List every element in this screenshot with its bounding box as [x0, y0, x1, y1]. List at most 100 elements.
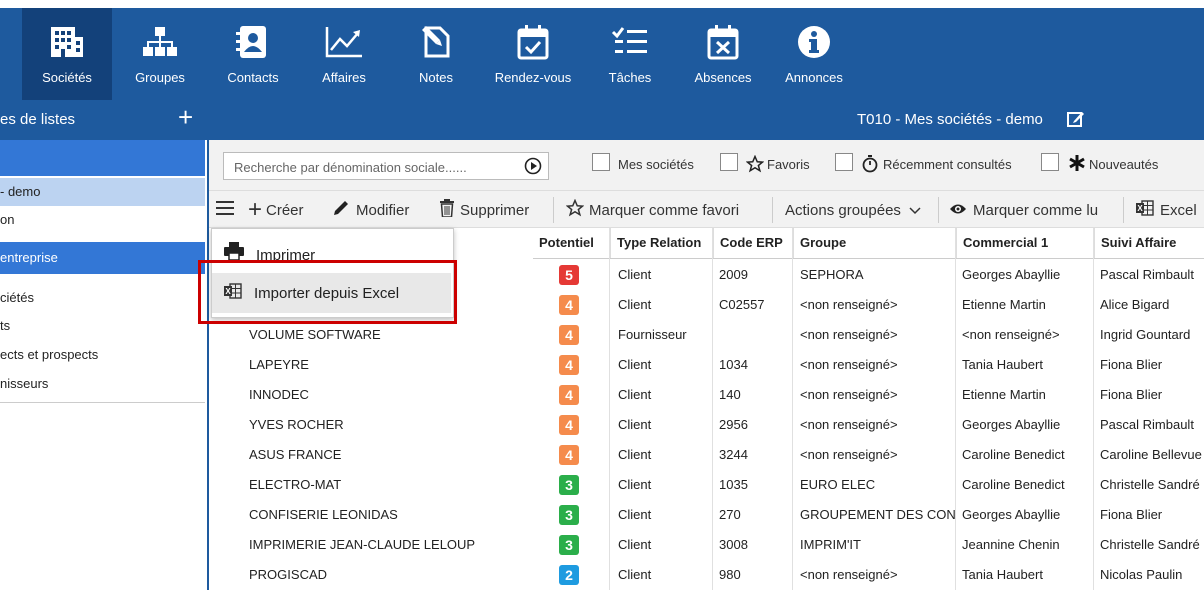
nouveautes-checkbox[interactable]	[1041, 153, 1059, 171]
table-row[interactable]: CONFISERIE LEONIDAS Client 270 GROUPEMENT D…	[209, 500, 1204, 530]
table-row[interactable]: ELECTRO-MAT Client 1035 EURO ELEC Caroline B…	[209, 470, 1204, 500]
delete-label: Supprimer	[460, 201, 530, 219]
cell-groupe: <non renseigné>	[800, 357, 898, 372]
cell-groupe: <non renseigné>	[800, 297, 898, 312]
sidebar-item[interactable]: on	[0, 208, 205, 232]
sidebar-item-demo[interactable]: - demo	[0, 178, 205, 206]
nav-label: Rendez-vous	[494, 70, 572, 85]
cell-groupe: EURO ELEC	[800, 477, 876, 492]
recemment-checkbox[interactable]	[835, 153, 853, 171]
nav-label: Affaires	[322, 70, 366, 85]
sidebar-item[interactable]: nisseurs	[0, 372, 205, 396]
toolbar-separator	[553, 197, 554, 223]
sidebar-item[interactable]: ciétés	[0, 286, 205, 310]
nav-annonces[interactable]: Annonces	[779, 8, 849, 100]
list-header: T010 - Mes sociétés - demo	[209, 100, 1204, 140]
cell-erp: 3008	[719, 537, 748, 552]
table-row[interactable]: PROGISCAD Client 980 <non renseigné> Tania H…	[209, 560, 1204, 590]
cell-name: ELECTRO-MAT	[249, 477, 342, 492]
cell-suivi: Christelle Sandré	[1100, 477, 1200, 492]
table-row[interactable]: INNODEC Client 140 <non renseigné> Etienne M…	[209, 380, 1204, 410]
potentiel-badge: 2	[559, 565, 579, 585]
potentiel-badge: 3	[559, 535, 579, 555]
nav-label: Groupes	[135, 70, 185, 85]
favorite-button[interactable]: Marquer comme favori	[565, 191, 739, 229]
eye-icon	[949, 202, 967, 219]
nav-societes[interactable]: Sociétés	[22, 8, 112, 100]
col-groupe[interactable]: Groupe	[793, 228, 956, 258]
modify-button[interactable]: Modifier	[332, 191, 409, 229]
cell-groupe: <non renseigné>	[800, 567, 898, 582]
col-potentiel[interactable]: Potentiel	[533, 228, 610, 258]
excel-button[interactable]: X Excel	[1136, 191, 1197, 229]
edit-title-icon[interactable]	[1067, 110, 1085, 131]
create-button[interactable]: + Créer	[248, 191, 304, 229]
cell-commercial: <non renseigné>	[962, 327, 1060, 342]
mark-read-button[interactable]: Marquer comme lu	[949, 191, 1098, 229]
nav-contacts[interactable]: Contacts	[218, 8, 288, 100]
search-input[interactable]	[232, 154, 516, 180]
table-row[interactable]: IMPRIMERIE JEAN-CLAUDE LELOUP Client 3008 I…	[209, 530, 1204, 560]
col-suivi-affaire[interactable]: Suivi Affaire	[1094, 228, 1204, 258]
nav-notes[interactable]: Notes	[401, 8, 471, 100]
info-icon	[796, 22, 832, 62]
cell-groupe: <non renseigné>	[800, 447, 898, 462]
toolbar-separator	[938, 197, 939, 223]
table-row[interactable]: ASUS FRANCE Client 3244 <non renseigné> Caro…	[209, 440, 1204, 470]
table-row[interactable]: YVES ROCHER Client 2956 <non renseigné> Geor…	[209, 410, 1204, 440]
cell-type: Client	[618, 447, 652, 462]
cell-type: Fournisseur	[618, 327, 687, 342]
search-go-icon[interactable]	[524, 157, 542, 178]
cell-suivi: Pascal Rimbault	[1100, 417, 1194, 432]
potentiel-badge: 4	[559, 415, 579, 435]
nav-groupes[interactable]: Groupes	[125, 8, 195, 100]
menu-button[interactable]	[216, 191, 234, 229]
col-commercial[interactable]: Commercial 1	[956, 228, 1094, 258]
cell-erp: 1035	[719, 477, 748, 492]
nav-rendez-vous[interactable]: Rendez-vous	[488, 8, 578, 100]
favoris-checkbox[interactable]	[720, 153, 738, 171]
potentiel-badge: 4	[559, 445, 579, 465]
cell-suivi: Nicolas Paulin	[1100, 567, 1183, 582]
col-type-relation[interactable]: Type Relation	[610, 228, 713, 258]
cell-name: LAPEYRE	[249, 357, 309, 372]
nav-label: Tâches	[608, 70, 652, 85]
calendar-x-icon	[706, 22, 740, 62]
grouped-actions-dropdown[interactable]: Actions groupées	[785, 191, 921, 229]
cell-type: Client	[618, 507, 652, 522]
cell-commercial: Caroline Benedict	[962, 447, 1065, 462]
cell-commercial: Etienne Martin	[962, 387, 1046, 402]
cell-suivi: Christelle Sandré	[1100, 537, 1200, 552]
toolbar-separator	[772, 197, 773, 223]
sidebar-divider	[0, 402, 205, 403]
grouped-actions-label: Actions groupées	[785, 201, 901, 219]
nav-affaires[interactable]: Affaires	[309, 8, 379, 100]
table-row[interactable]: LAPEYRE Client 1034 <non renseigné> Tania Ha…	[209, 350, 1204, 380]
table-row[interactable]: VOLUME SOFTWARE Fournisseur <non renseigné…	[209, 320, 1204, 350]
cell-suivi: Pascal Rimbault	[1100, 267, 1194, 282]
plus-icon: +	[248, 196, 263, 223]
mark-read-label: Marquer comme lu	[973, 201, 1099, 219]
sidebar-item[interactable]: ects et prospects	[0, 343, 205, 367]
col-code-erp[interactable]: Code ERP	[713, 228, 793, 258]
sidebar-group-entreprise[interactable]: entreprise	[0, 242, 205, 274]
table-header: Potentiel Type Relation Code ERP Groupe …	[533, 228, 1204, 259]
cell-suivi: Fiona Blier	[1100, 387, 1163, 402]
delete-button[interactable]: Supprimer	[440, 191, 529, 229]
cell-commercial: Georges Abayllie	[962, 267, 1061, 282]
top-navigation: Sociétés Groupes Contacts Affaires Notes	[0, 0, 1204, 100]
potentiel-badge: 4	[559, 385, 579, 405]
mes-societes-checkbox[interactable]	[592, 153, 610, 171]
sidebar-section[interactable]	[0, 140, 205, 176]
add-list-icon[interactable]: +	[178, 104, 193, 130]
hamburger-icon	[216, 201, 234, 219]
cell-groupe: <non renseigné>	[800, 387, 898, 402]
calendar-check-icon	[516, 22, 550, 62]
nav-absences[interactable]: Absences	[688, 8, 758, 100]
nav-taches[interactable]: Tâches	[595, 8, 665, 100]
potentiel-badge: 4	[559, 355, 579, 375]
sidebar-item[interactable]: ts	[0, 314, 205, 338]
cell-erp: C02557	[719, 297, 765, 312]
contact-card-icon	[236, 22, 270, 62]
pencil-icon	[332, 199, 350, 221]
